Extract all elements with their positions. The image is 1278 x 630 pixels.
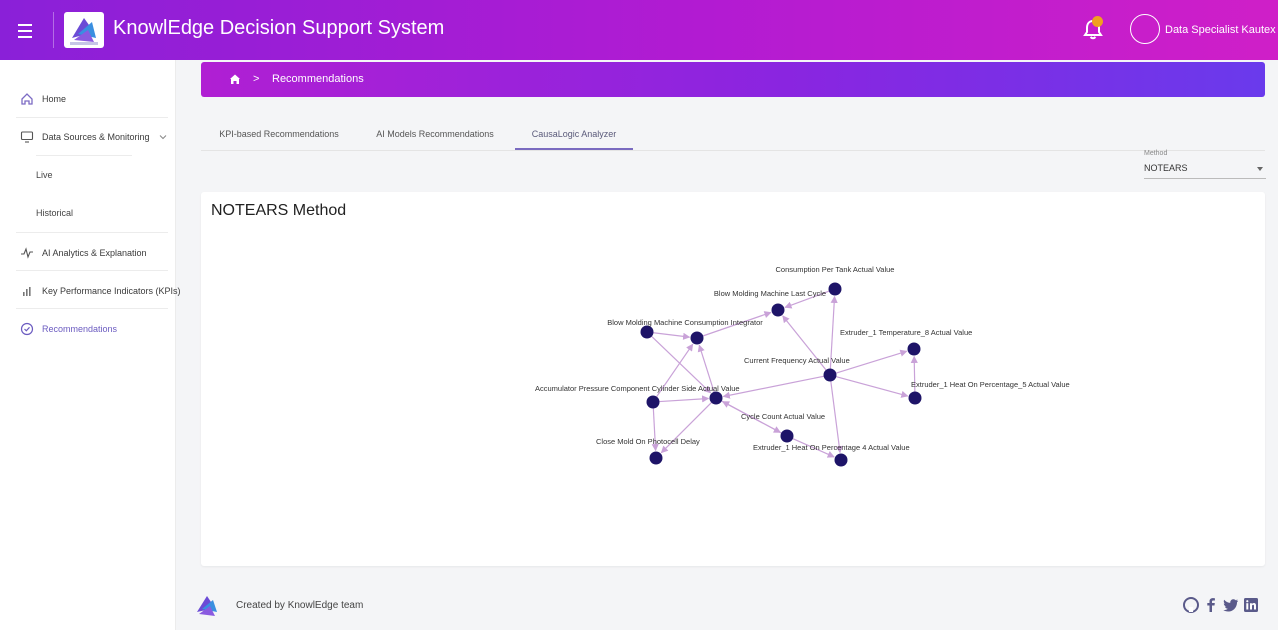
- app-logo[interactable]: [64, 12, 104, 48]
- graph-node-label: Consumption Per Tank Actual Value: [776, 265, 895, 274]
- sidebar: Home Data Sources & Monitoring Live Hist…: [0, 60, 181, 630]
- notification-badge: [1092, 16, 1103, 27]
- breadcrumb: > Recommendations: [201, 62, 1265, 97]
- caret-down-icon[interactable]: [1257, 167, 1263, 171]
- breadcrumb-current: Recommendations: [272, 73, 364, 85]
- monitor-icon: [20, 131, 34, 143]
- graph-node[interactable]: [907, 342, 921, 356]
- linkedin-icon[interactable]: [1242, 596, 1260, 614]
- graph-edge: [659, 395, 710, 403]
- sidebar-item-label: AI Analytics & Explanation: [42, 248, 147, 258]
- graph-node[interactable]: [780, 429, 794, 443]
- graph-node[interactable]: [823, 368, 837, 382]
- graph-edge: [830, 381, 843, 454]
- sidebar-item-ai-analytics[interactable]: AI Analytics & Explanation: [20, 246, 147, 260]
- graph-edge: [836, 376, 909, 398]
- menu-icon[interactable]: [14, 20, 36, 40]
- causal-graph[interactable]: Consumption Per Tank Actual Value Blow Mo…: [201, 192, 1265, 566]
- facebook-icon[interactable]: [1202, 596, 1220, 614]
- app-title: KnowlEdge Decision Support System: [113, 17, 445, 39]
- tab-kpi-based[interactable]: KPI-based Recommendations: [209, 118, 349, 150]
- graph-node[interactable]: [771, 303, 785, 317]
- home-icon: [21, 93, 33, 105]
- graph-node[interactable]: [908, 391, 922, 405]
- sidebar-item-live[interactable]: Live: [36, 170, 53, 180]
- graph-node[interactable]: [690, 331, 704, 345]
- twitter-icon[interactable]: [1222, 596, 1240, 614]
- graph-node-label: Accumulator Pressure Component Cylinder …: [535, 384, 740, 393]
- home-icon[interactable]: [229, 73, 241, 85]
- sidebar-item-label: Key Performance Indicators (KPIs): [42, 286, 181, 296]
- sidebar-item-home[interactable]: Home: [20, 92, 66, 106]
- footer-credit: Created by KnowlEdge team: [236, 600, 364, 611]
- graph-node-label: Blow Molding Machine Last Cycle: [714, 289, 826, 298]
- graph-labels: Consumption Per Tank Actual Value Blow Mo…: [535, 265, 1070, 452]
- graph-node[interactable]: [828, 282, 842, 296]
- sidebar-item-label: Recommendations: [42, 324, 118, 334]
- graph-node-label: Cycle Count Actual Value: [741, 412, 825, 421]
- graph-node-label: Current Frequency Actual Value: [744, 356, 850, 365]
- breadcrumb-separator: >: [253, 73, 260, 85]
- sidebar-item-data-sources[interactable]: Data Sources & Monitoring: [20, 130, 168, 144]
- chevron-down-icon: [159, 135, 166, 140]
- avatar[interactable]: [1130, 14, 1160, 44]
- sidebar-divider: [36, 155, 132, 156]
- sidebar-item-label: Data Sources & Monitoring: [42, 132, 150, 142]
- tab-ai-models[interactable]: AI Models Recommendations: [361, 118, 509, 150]
- tab-divider: [201, 150, 1265, 151]
- method-select[interactable]: NOTEARS: [1144, 163, 1264, 173]
- check-circle-icon: [20, 322, 34, 336]
- graph-edge: [653, 332, 691, 340]
- graph-node-label: Close Mold On Photocell Delay: [596, 437, 700, 446]
- method-select-label: Method: [1144, 150, 1168, 157]
- graph-node[interactable]: [649, 451, 663, 465]
- graph-node-label: Blow Molding Machine Consumption Integra…: [607, 318, 763, 327]
- graph-node[interactable]: [709, 391, 723, 405]
- graph-card: NOTEARS Method Consumption Per Tank Actu…: [201, 192, 1265, 566]
- sidebar-item-label: Home: [42, 94, 67, 104]
- sidebar-item-historical[interactable]: Historical: [36, 208, 73, 218]
- sidebar-divider: [16, 270, 168, 271]
- top-app-bar: KnowlEdge Decision Support System Data S…: [0, 0, 1278, 60]
- sidebar-divider: [16, 232, 168, 233]
- sidebar-item-recommendations[interactable]: Recommendations: [20, 322, 117, 336]
- header-divider: [53, 12, 54, 48]
- graph-node[interactable]: [834, 453, 848, 467]
- github-icon[interactable]: [1182, 596, 1200, 614]
- user-name[interactable]: Data Specialist Kautex: [1165, 24, 1276, 36]
- tab-causalogic-analyzer[interactable]: CausaLogic Analyzer: [515, 118, 633, 150]
- sidebar-divider: [16, 117, 168, 118]
- sidebar-divider: [16, 308, 168, 309]
- sidebar-item-kpis[interactable]: Key Performance Indicators (KPIs): [20, 284, 181, 298]
- graph-node-label: Extruder_1 Temperature_8 Actual Value: [840, 328, 972, 337]
- graph-node[interactable]: [646, 395, 660, 409]
- footer-logo: [197, 596, 217, 616]
- pulse-icon: [21, 247, 33, 259]
- graph-node-label: Extruder_1 Heat On Percentage 4 Actual V…: [753, 443, 910, 452]
- bar-chart-icon: [23, 287, 31, 296]
- graph-node-label: Extruder_1 Heat On Percentage_5 Actual V…: [911, 380, 1070, 389]
- graph-node[interactable]: [640, 325, 654, 339]
- method-select-underline: [1144, 178, 1266, 179]
